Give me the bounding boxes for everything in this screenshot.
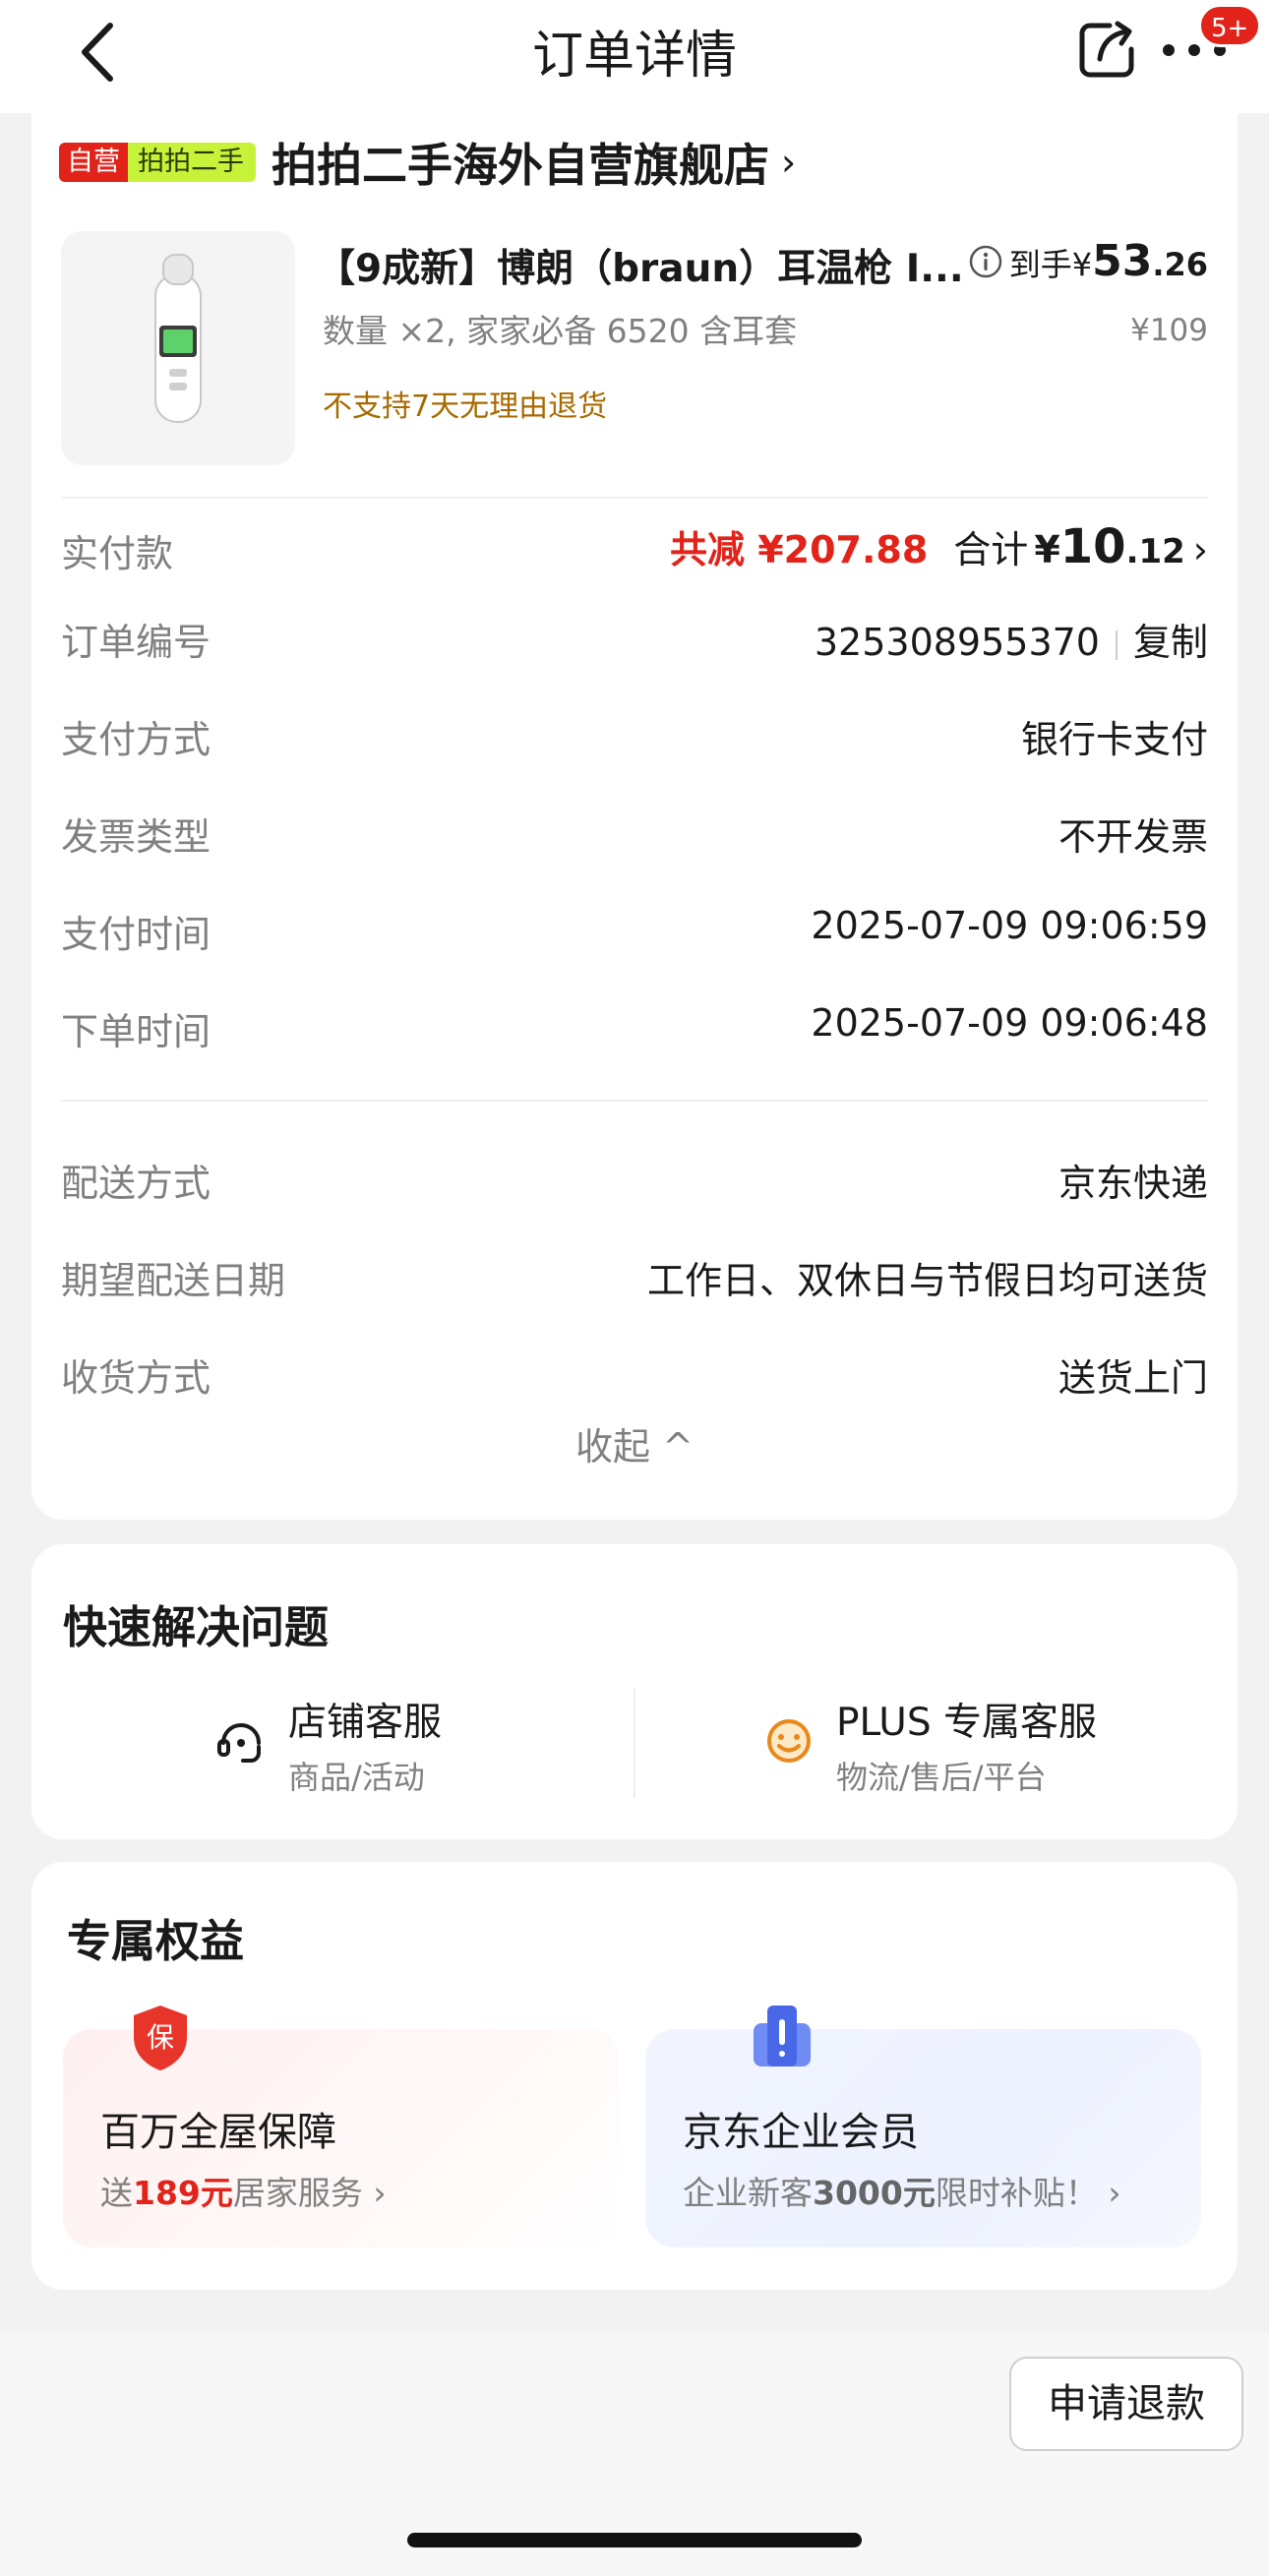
invoice-type-row: 发票类型 不开发票 <box>61 803 1208 862</box>
enterprise-member-sub-prefix: 企业新客 <box>683 2174 813 2212</box>
paid-amount-row[interactable]: 实付款 共减 ¥207.88 合计 ¥ 10 .12 › <box>61 519 1208 578</box>
invoice-type-value: 不开发票 <box>1058 815 1208 859</box>
total-decimal: .12 <box>1125 532 1185 571</box>
final-price-decimal: .26 <box>1152 246 1208 283</box>
delivery-method-label: 配送方式 <box>61 1162 212 1205</box>
product-image[interactable] <box>61 231 295 465</box>
share-icon[interactable] <box>1076 20 1137 81</box>
building-icon <box>754 2006 811 2067</box>
paid-amount-label: 实付款 <box>61 532 174 575</box>
shield-badge-text: 保 <box>147 2021 174 2054</box>
plus-support-sub: 物流/售后/平台 <box>836 1759 1047 1796</box>
payment-time-value: 2025-07-09 09:06:59 <box>811 904 1208 947</box>
enterprise-member-sub: 企业新客3000元限时补贴！ › <box>683 2167 1121 2214</box>
divider <box>61 497 1208 499</box>
expected-delivery-label: 期望配送日期 <box>61 1259 286 1302</box>
chevron-right-icon: › <box>781 141 797 184</box>
shield-badge-icon: 保 <box>134 2006 187 2070</box>
final-price[interactable]: 到手 ¥ 53 .26 <box>968 236 1208 286</box>
expected-delivery-row: 期望配送日期 工作日、双休日与节假日均可送货 <box>61 1246 1208 1305</box>
final-price-integer: 53 <box>1092 236 1153 286</box>
total-label: 合计 <box>953 528 1029 571</box>
store-name[interactable]: 拍拍二手海外自营旗舰店 <box>272 130 769 195</box>
enterprise-member-benefit[interactable]: 京东企业会员 企业新客3000元限时补贴！ › <box>645 2029 1201 2247</box>
order-time-row: 下单时间 2025-07-09 09:06:48 <box>61 997 1208 1056</box>
headset-icon <box>217 1723 261 1763</box>
benefits-title: 专属权益 <box>67 1915 245 1967</box>
home-protection-sub-prefix: 送 <box>100 2174 133 2212</box>
payment-method-row: 支付方式 银行卡支付 <box>61 705 1208 764</box>
payment-method-label: 支付方式 <box>61 718 212 761</box>
second-hand-tag: 拍拍二手 <box>128 143 256 182</box>
order-number-label: 订单编号 <box>61 621 212 664</box>
divider <box>634 1688 635 1798</box>
receive-method-label: 收货方式 <box>61 1356 212 1400</box>
order-detail-card: 自营 拍拍二手 拍拍二手海外自营旗舰店 › 【9成新】博朗（braun）耳温枪 … <box>31 98 1238 1520</box>
quick-help-card: 快速解决问题 店铺客服 商品/活动 PLUS 专属客服 物流/售后/平台 <box>31 1544 1238 1839</box>
home-indicator <box>407 2533 862 2547</box>
thermometer-icon <box>154 254 202 423</box>
info-icon[interactable] <box>968 244 1003 279</box>
home-protection-sub-highlight: 189元 <box>133 2174 233 2212</box>
exclusive-benefits-card: 专属权益 百万全屋保障 送189元居家服务 › 京东企业会员 企业新客3000元… <box>31 1862 1238 2290</box>
expected-delivery-value: 工作日、双休日与节假日均可送货 <box>646 1259 1208 1302</box>
smiley-service-icon <box>767 1719 811 1763</box>
enterprise-member-title: 京东企业会员 <box>683 2110 919 2155</box>
product-spec: 数量 ×2, 家家必备 6520 含耳套 <box>323 312 798 350</box>
invoice-type-label: 发票类型 <box>61 815 212 859</box>
order-number-value-group: 325308955370 复制 <box>815 612 1208 666</box>
enterprise-member-sub-suffix: 限时补贴！ › <box>935 2174 1121 2212</box>
total-discount: 共减 ¥207.88 <box>669 528 929 571</box>
store-header[interactable]: 自营 拍拍二手 拍拍二手海外自营旗舰店 › <box>59 138 797 192</box>
receive-method-row: 收货方式 送货上门 <box>61 1344 1208 1403</box>
chevron-right-icon: › <box>1192 528 1208 571</box>
store-support-title: 店铺客服 <box>288 1701 443 1745</box>
receive-method-value: 送货上门 <box>1058 1356 1208 1400</box>
copy-button[interactable]: 复制 <box>1133 621 1208 664</box>
enterprise-member-sub-highlight: 3000元 <box>813 2174 936 2212</box>
message-count-badge: 5+ <box>1198 4 1262 47</box>
store-support-entry[interactable]: 店铺客服 商品/活动 <box>213 1692 587 1800</box>
total-integer: 10 <box>1059 519 1126 574</box>
top-nav-bar: 订单详情 5+ <box>0 0 1269 113</box>
payment-time-label: 支付时间 <box>61 913 212 956</box>
final-price-label: 到手 <box>1008 246 1072 283</box>
quick-help-title: 快速解决问题 <box>63 1601 330 1653</box>
paid-amount-summary[interactable]: 共减 ¥207.88 合计 ¥ 10 .12 › <box>670 519 1208 574</box>
home-protection-sub-suffix: 居家服务 › <box>232 2174 387 2212</box>
apply-refund-button[interactable]: 申请退款 <box>1009 2357 1243 2451</box>
order-number-value: 325308955370 <box>814 621 1100 664</box>
order-time-value: 2025-07-09 09:06:48 <box>811 1001 1208 1045</box>
order-number-row: 订单编号 325308955370 复制 <box>61 608 1208 667</box>
final-price-currency: ¥ <box>1071 246 1093 283</box>
divider <box>61 1100 1208 1102</box>
original-price: ¥109 <box>1130 313 1208 348</box>
total-currency: ¥ <box>1034 528 1060 571</box>
collapse-toggle[interactable]: 收起 ^ <box>31 1416 1238 1470</box>
delivery-method-row: 配送方式 京东快递 <box>61 1149 1208 1208</box>
home-protection-sub: 送189元居家服务 › <box>100 2167 387 2214</box>
payment-method-value: 银行卡支付 <box>1020 718 1208 761</box>
store-support-sub: 商品/活动 <box>288 1759 425 1796</box>
return-policy-note: 不支持7天无理由退货 <box>323 389 608 424</box>
home-protection-title: 百万全屋保障 <box>100 2110 336 2155</box>
plus-support-entry[interactable]: PLUS 专属客服 物流/售后/平台 <box>761 1692 1175 1800</box>
self-operated-tag: 自营 <box>59 143 128 182</box>
copy-separator <box>1115 629 1118 660</box>
order-time-label: 下单时间 <box>61 1010 212 1053</box>
product-title[interactable]: 【9成新】博朗（braun）耳温枪 I... <box>317 238 996 293</box>
payment-time-row: 支付时间 2025-07-09 09:06:59 <box>61 900 1208 959</box>
delivery-method-value: 京东快递 <box>1058 1162 1208 1205</box>
plus-support-title: PLUS 专属客服 <box>836 1701 1098 1745</box>
